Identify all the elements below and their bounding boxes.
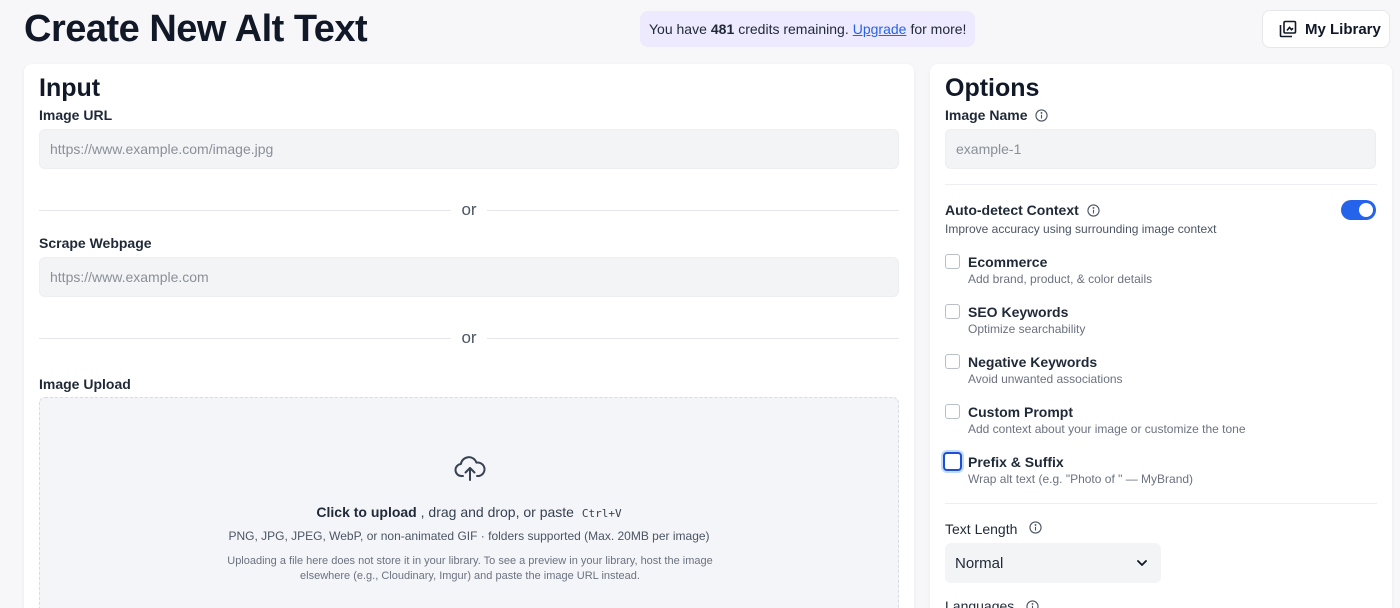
auto-detect-label-row: Auto-detect Context — [945, 202, 1100, 218]
seo-keywords-checkbox[interactable] — [945, 304, 960, 319]
image-name-input[interactable] — [945, 129, 1376, 169]
library-icon — [1279, 20, 1297, 38]
my-library-label: My Library — [1305, 20, 1381, 38]
credits-prefix: You have — [649, 21, 707, 37]
info-icon[interactable] — [1087, 204, 1100, 217]
credits-count: 481 — [710, 21, 735, 37]
ecommerce-title: Ecommerce — [968, 254, 1048, 270]
options-divider — [945, 503, 1377, 504]
image-upload-label: Image Upload — [39, 376, 131, 392]
text-length-label: Text Length — [945, 521, 1018, 537]
seo-keywords-title: SEO Keywords — [968, 304, 1069, 320]
upload-note: Uploading a file here does not store it … — [227, 555, 713, 582]
options-heading: Options — [945, 74, 1040, 102]
negative-keywords-title: Negative Keywords — [968, 354, 1098, 370]
custom-prompt-checkbox[interactable] — [945, 404, 960, 419]
info-icon[interactable] — [1029, 521, 1042, 534]
custom-prompt-title: Custom Prompt — [968, 404, 1073, 420]
text-length-label-row: Text Length — [945, 521, 1042, 537]
cloud-upload-icon — [454, 456, 486, 481]
info-icon[interactable] — [1026, 600, 1039, 608]
or-divider-2: or — [39, 328, 899, 348]
divider-line — [486, 337, 899, 339]
info-icon[interactable] — [1035, 109, 1049, 122]
prefix-suffix-description: Wrap alt text (e.g. "Photo of " — MyBran… — [968, 472, 1194, 486]
page-title: Create New Alt Text — [24, 8, 368, 50]
upload-rest-text: , drag and drop, or paste — [420, 504, 574, 520]
auto-detect-label: Auto-detect Context — [945, 202, 1079, 218]
options-divider — [945, 184, 1377, 185]
languages-label-row: Languages — [945, 598, 1039, 608]
scrape-webpage-label: Scrape Webpage — [39, 235, 152, 251]
negative-keywords-description: Avoid unwanted associations — [968, 372, 1123, 386]
image-name-label-row: Image Name — [945, 107, 1049, 123]
input-panel: Input Image URL or Scrape Webpage or Ima… — [24, 64, 914, 608]
toggle-knob — [1359, 203, 1373, 217]
or-label: or — [461, 200, 477, 219]
text-length-value: Normal — [955, 554, 1004, 572]
or-divider-1: or — [39, 200, 899, 220]
chevron-down-icon — [1137, 560, 1147, 566]
auto-detect-description: Improve accuracy using surrounding image… — [945, 222, 1217, 236]
upload-formats: PNG, JPG, JPEG, WebP, or non-animated GI… — [228, 529, 710, 543]
divider-line — [486, 209, 899, 211]
text-length-select[interactable]: Normal — [945, 543, 1161, 583]
upgrade-link[interactable]: Upgrade — [853, 21, 907, 37]
custom-prompt-description: Add context about your image or customiz… — [968, 422, 1246, 436]
credits-suffix: for more! — [910, 21, 967, 37]
or-label: or — [461, 328, 477, 347]
prefix-suffix-checkbox[interactable] — [943, 452, 962, 471]
negative-keywords-checkbox[interactable] — [945, 354, 960, 369]
credits-middle: credits remaining. — [738, 21, 849, 37]
input-heading: Input — [39, 74, 101, 102]
prefix-suffix-title: Prefix & Suffix — [968, 454, 1064, 470]
paste-shortcut: Ctrl+V — [581, 507, 622, 520]
divider-line — [39, 337, 452, 339]
image-name-label: Image Name — [945, 107, 1028, 123]
ecommerce-checkbox[interactable] — [945, 254, 960, 269]
upload-dropzone[interactable]: Click to upload , drag and drop, or past… — [39, 397, 899, 608]
divider-line — [39, 209, 452, 211]
click-to-upload-text[interactable]: Click to upload — [316, 504, 416, 520]
auto-detect-toggle[interactable] — [1341, 200, 1376, 220]
image-url-input[interactable] — [39, 129, 899, 169]
languages-label: Languages — [945, 598, 1015, 608]
options-panel: Options Image Name Auto-detect Context I… — [930, 64, 1392, 608]
ecommerce-description: Add brand, product, & color details — [968, 272, 1153, 286]
seo-keywords-description: Optimize searchability — [968, 322, 1086, 336]
scrape-webpage-input[interactable] — [39, 257, 899, 297]
image-url-label: Image URL — [39, 107, 113, 123]
my-library-button[interactable]: My Library — [1262, 10, 1390, 48]
credits-banner: You have 481 credits remaining. Upgrade … — [640, 11, 976, 47]
upload-instructions: Click to upload , drag and drop, or past… — [40, 504, 898, 520]
